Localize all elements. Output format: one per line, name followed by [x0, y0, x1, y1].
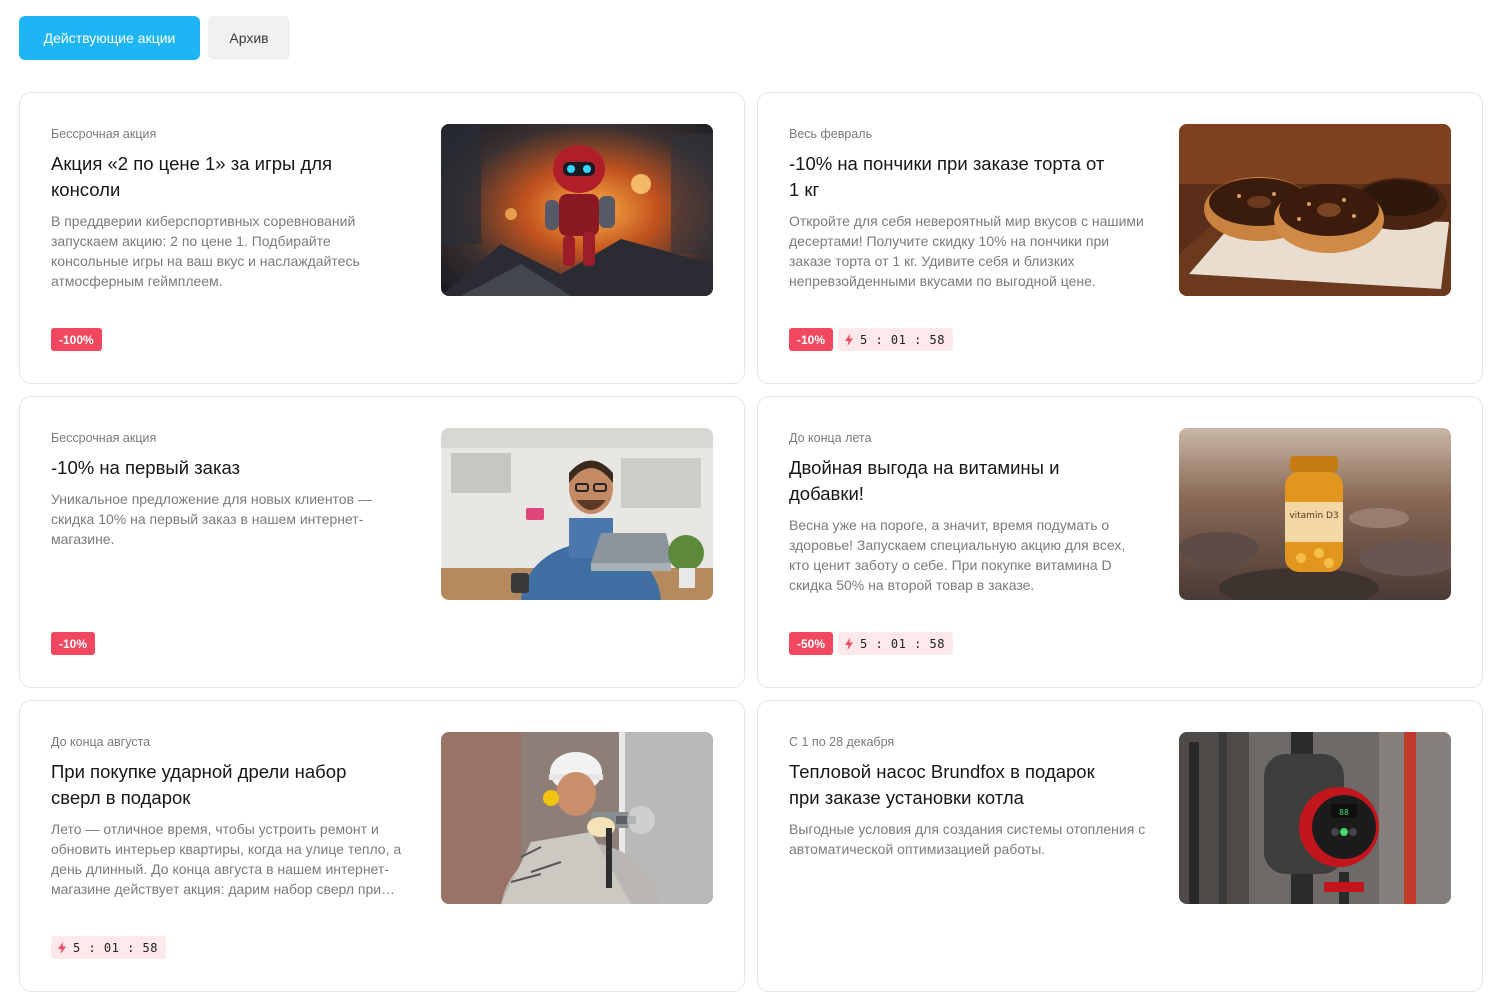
promo-tabs: Действующие акции Архив	[19, 16, 290, 60]
promo-title[interactable]: Акция «2 по цене 1» за игры для консоли	[51, 151, 381, 203]
promo-description: В преддверии киберспортивных соревновани…	[51, 213, 360, 289]
timer-value: 5 : 01 : 58	[860, 332, 945, 347]
promo-badges: -100%	[51, 328, 102, 351]
timer-badge: 5 : 01 : 58	[51, 936, 166, 959]
lightning-icon	[845, 637, 854, 650]
robot-explosion-image	[441, 124, 713, 296]
promo-title[interactable]: При покупке ударной дрели набор сверл в …	[51, 759, 381, 811]
worker-drill-image	[441, 732, 713, 904]
promo-title[interactable]: Тепловой насос Brundfox в подарок при за…	[789, 759, 1119, 811]
vitamin-d3-image: vitamin D3	[1179, 428, 1451, 600]
promo-title[interactable]: -10% на пончики при заказе торта от 1 кг	[789, 151, 1119, 203]
promo-title[interactable]: Двойная выгода на витамины и добавки!	[789, 455, 1119, 507]
timer-badge: 5 : 01 : 58	[838, 328, 953, 351]
promo-badges: -10%	[51, 632, 96, 655]
timer-badge: 5 : 01 : 58	[838, 632, 953, 655]
promo-card[interactable]: Бессрочная акция Акция «2 по цене 1» за …	[19, 92, 745, 384]
promo-description: Выгодные условия для создания системы от…	[789, 821, 1146, 857]
timer-value: 5 : 01 : 58	[73, 940, 158, 955]
promo-description: Весна уже на пороге, а значит, время под…	[789, 517, 1126, 593]
donuts-image	[1179, 124, 1451, 296]
promo-card[interactable]: Весь февраль -10% на пончики при заказе …	[757, 92, 1483, 384]
discount-badge: -10%	[789, 328, 834, 351]
promo-period: Бессрочная акция	[51, 127, 157, 141]
discount-badge: -100%	[51, 328, 102, 351]
promo-period: До конца лета	[789, 431, 872, 445]
discount-badge: -10%	[51, 632, 96, 655]
promo-period: Весь февраль	[789, 127, 873, 141]
promo-badges: 5 : 01 : 58	[51, 936, 166, 959]
discount-badge: -50%	[789, 632, 834, 655]
heat-pump-image: 88	[1179, 732, 1451, 904]
promo-card[interactable]: Бессрочная акция -10% на первый заказ Ун…	[19, 396, 745, 688]
promo-description: Лето — отличное время, чтобы устроить ре…	[51, 821, 402, 897]
jar-label: vitamin D3	[1289, 511, 1338, 521]
promo-description: Уникальное предложение для новых клиенто…	[51, 491, 372, 547]
lightning-icon	[845, 333, 854, 346]
lightning-icon	[58, 941, 66, 954]
promo-card[interactable]: С 1 по 28 декабря Тепловой насос Brundfo…	[757, 700, 1483, 992]
promo-card[interactable]: До конца лета Двойная выгода на витамины…	[757, 396, 1483, 688]
promo-description: Откройте для себя невероятный мир вкусов…	[789, 213, 1144, 289]
promo-period: Бессрочная акция	[51, 431, 157, 445]
promo-card[interactable]: До конца августа При покупке ударной дре…	[19, 700, 745, 992]
promo-period: До конца августа	[51, 735, 151, 749]
man-with-card-image	[441, 428, 713, 600]
promo-badges: -10% 5 : 01 : 58	[789, 328, 953, 351]
promo-title[interactable]: -10% на первый заказ	[51, 455, 381, 481]
promo-period: С 1 по 28 декабря	[789, 735, 895, 749]
timer-value: 5 : 01 : 58	[860, 636, 945, 651]
svg-text:88: 88	[1339, 808, 1349, 817]
tab-active-promos[interactable]: Действующие акции	[19, 16, 200, 60]
promo-badges: -50% 5 : 01 : 58	[789, 632, 953, 655]
tab-archive[interactable]: Архив	[208, 16, 290, 60]
